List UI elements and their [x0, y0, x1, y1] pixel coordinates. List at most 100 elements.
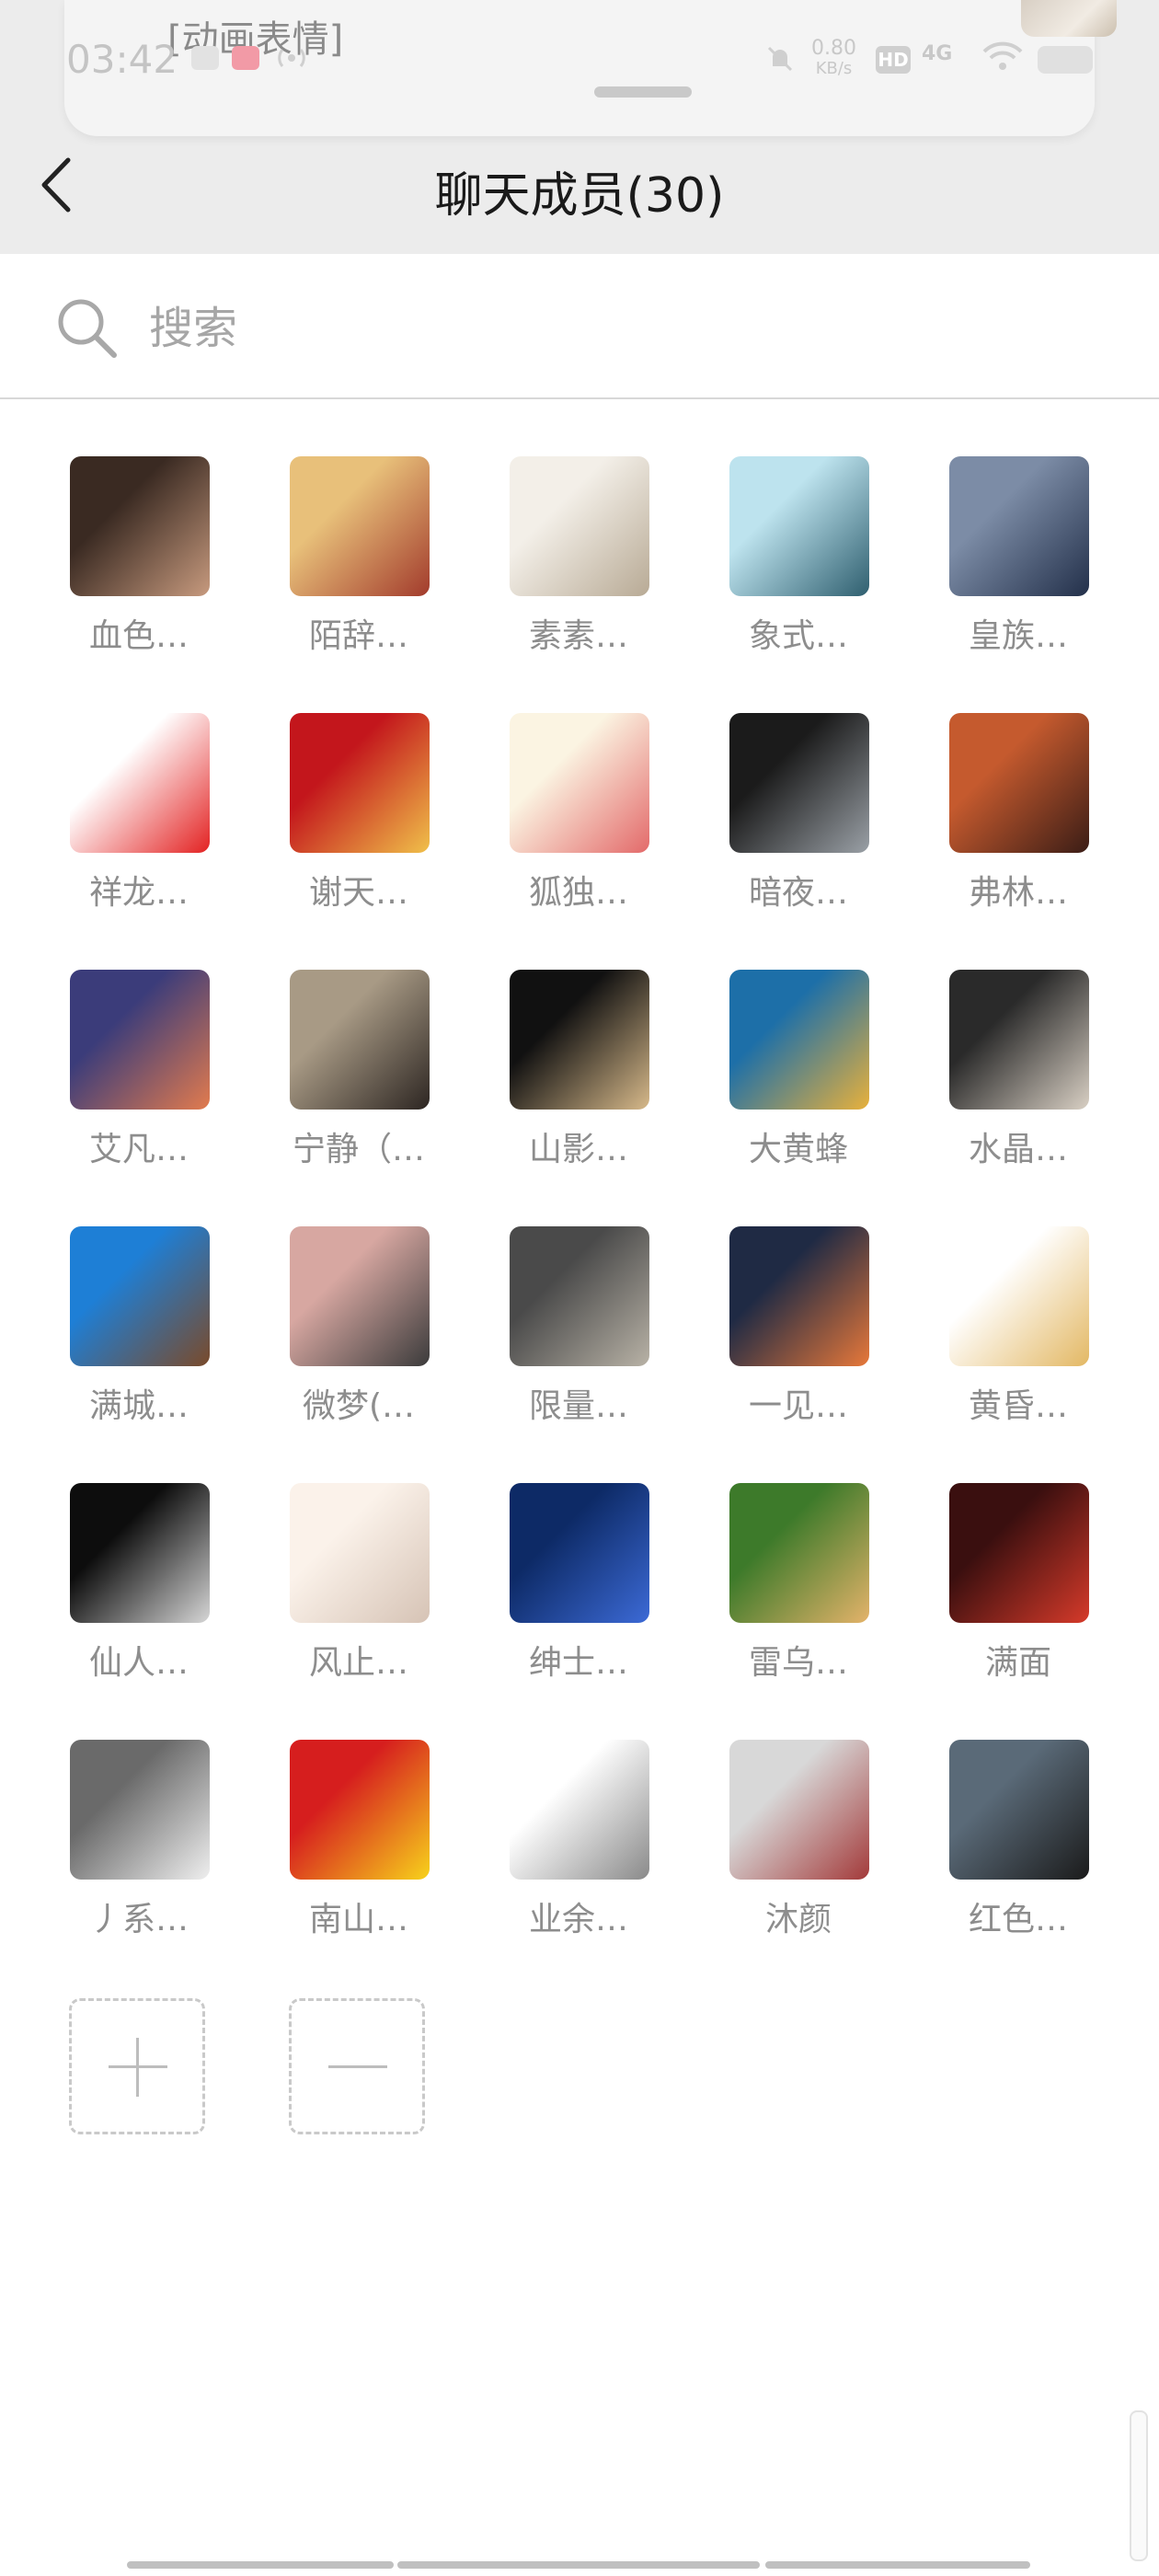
avatar [70, 1226, 210, 1366]
member-item[interactable]: 山影… [487, 970, 671, 1190]
notification-drag-handle[interactable] [594, 86, 692, 98]
member-name: 绅士… [528, 1644, 628, 1682]
member-name: 大黄蜂 [748, 1131, 848, 1168]
chat-notify-icon [191, 46, 219, 70]
avatar [729, 1483, 869, 1623]
avatar [729, 713, 869, 853]
member-name: 红色… [968, 1901, 1068, 1938]
member-name: 黄昏… [968, 1387, 1068, 1425]
member-name: 山影… [528, 1131, 628, 1168]
member-name: 雷乌… [748, 1644, 848, 1682]
member-item[interactable]: 大黄蜂 [706, 970, 890, 1190]
avatar [510, 1740, 649, 1880]
avatar [949, 1226, 1089, 1366]
member-item[interactable]: 水晶… [926, 970, 1110, 1190]
remove-member-button[interactable] [289, 1998, 425, 2134]
member-name: 素素… [528, 617, 628, 655]
member-item[interactable]: 红色… [926, 1740, 1110, 1961]
avatar [290, 456, 430, 596]
avatar [729, 1226, 869, 1366]
avatar [510, 970, 649, 1110]
member-name: 狐独… [528, 874, 628, 912]
app-notify-icon [232, 46, 259, 70]
avatar [510, 456, 649, 596]
member-item[interactable]: 象式… [706, 456, 890, 677]
member-item[interactable]: 丿系… [47, 1740, 231, 1961]
member-item[interactable]: 祥龙… [47, 713, 231, 934]
member-item[interactable]: 素素… [487, 456, 671, 677]
avatar [290, 970, 430, 1110]
member-name: 满面 [984, 1644, 1051, 1682]
member-item[interactable]: 宁静（… [267, 970, 451, 1190]
hotspot-icon [274, 44, 309, 78]
avatar [949, 1740, 1089, 1880]
member-name: 血色… [88, 617, 189, 655]
avatar [290, 1740, 430, 1880]
avatar [510, 713, 649, 853]
member-name: 一见… [748, 1387, 848, 1425]
member-name: 风止… [308, 1644, 408, 1682]
wifi-icon [982, 40, 1023, 75]
member-item[interactable]: 陌辞… [267, 456, 451, 677]
avatar [510, 1483, 649, 1623]
member-name: 祥龙… [88, 874, 189, 912]
search-bar[interactable] [0, 254, 1159, 399]
avatar [70, 1483, 210, 1623]
member-name: 丿系… [88, 1901, 189, 1938]
member-item[interactable]: 一见… [706, 1226, 890, 1447]
member-item[interactable]: 谢天… [267, 713, 451, 934]
mute-icon [763, 42, 797, 82]
member-item[interactable]: 皇族… [926, 456, 1110, 677]
member-item[interactable]: 雷乌… [706, 1483, 890, 1704]
notification-card[interactable]: [动画表情] [64, 0, 1117, 136]
avatar [70, 456, 210, 596]
scrollbar[interactable] [1130, 2410, 1148, 2561]
member-name: 限量… [528, 1387, 628, 1425]
member-item[interactable]: 南山… [267, 1740, 451, 1961]
member-item[interactable]: 业余… [487, 1740, 671, 1961]
member-name: 微梦(… [302, 1387, 416, 1425]
avatar [290, 1483, 430, 1623]
member-item[interactable]: 沐颜 [706, 1740, 890, 1961]
member-item[interactable]: 满城… [47, 1226, 231, 1447]
avatar [290, 1226, 430, 1366]
network-type: 4G [922, 42, 953, 65]
member-item[interactable]: 艾凡… [47, 970, 231, 1190]
nav-bar-segment [397, 2561, 760, 2569]
member-item[interactable]: 微梦(… [267, 1226, 451, 1447]
member-item[interactable]: 仙人… [47, 1483, 231, 1704]
nav-bar-segment [765, 2561, 1030, 2569]
member-name: 满城… [88, 1387, 189, 1425]
avatar [729, 1740, 869, 1880]
member-item[interactable]: 弗林… [926, 713, 1110, 934]
avatar [70, 970, 210, 1110]
search-icon [55, 296, 120, 364]
avatar [729, 970, 869, 1110]
member-name: 业余… [528, 1901, 628, 1938]
search-input[interactable] [147, 291, 1071, 366]
add-member-button[interactable] [69, 1998, 205, 2134]
member-name: 宁静（… [292, 1131, 425, 1168]
battery-icon [1038, 46, 1093, 74]
member-item[interactable]: 狐独… [487, 713, 671, 934]
member-item[interactable]: 暗夜… [706, 713, 890, 934]
member-name: 仙人… [88, 1644, 189, 1682]
avatar [70, 1740, 210, 1880]
notification-thumbnail [1021, 0, 1117, 37]
avatar [70, 713, 210, 853]
avatar [510, 1226, 649, 1366]
member-item[interactable]: 绅士… [487, 1483, 671, 1704]
member-item[interactable]: 黄昏… [926, 1226, 1110, 1447]
member-item[interactable]: 限量… [487, 1226, 671, 1447]
member-item[interactable]: 满面 [926, 1483, 1110, 1704]
member-name: 水晶… [968, 1131, 1068, 1168]
nav-bar-segment [127, 2561, 394, 2569]
page-title: 聊天成员(30) [434, 168, 725, 224]
member-name: 沐颜 [764, 1901, 832, 1938]
avatar [290, 713, 430, 853]
member-item[interactable]: 血色… [47, 456, 231, 677]
member-name: 艾凡… [88, 1131, 189, 1168]
member-name: 谢天… [308, 874, 408, 912]
member-item[interactable]: 风止… [267, 1483, 451, 1704]
avatar [949, 713, 1089, 853]
